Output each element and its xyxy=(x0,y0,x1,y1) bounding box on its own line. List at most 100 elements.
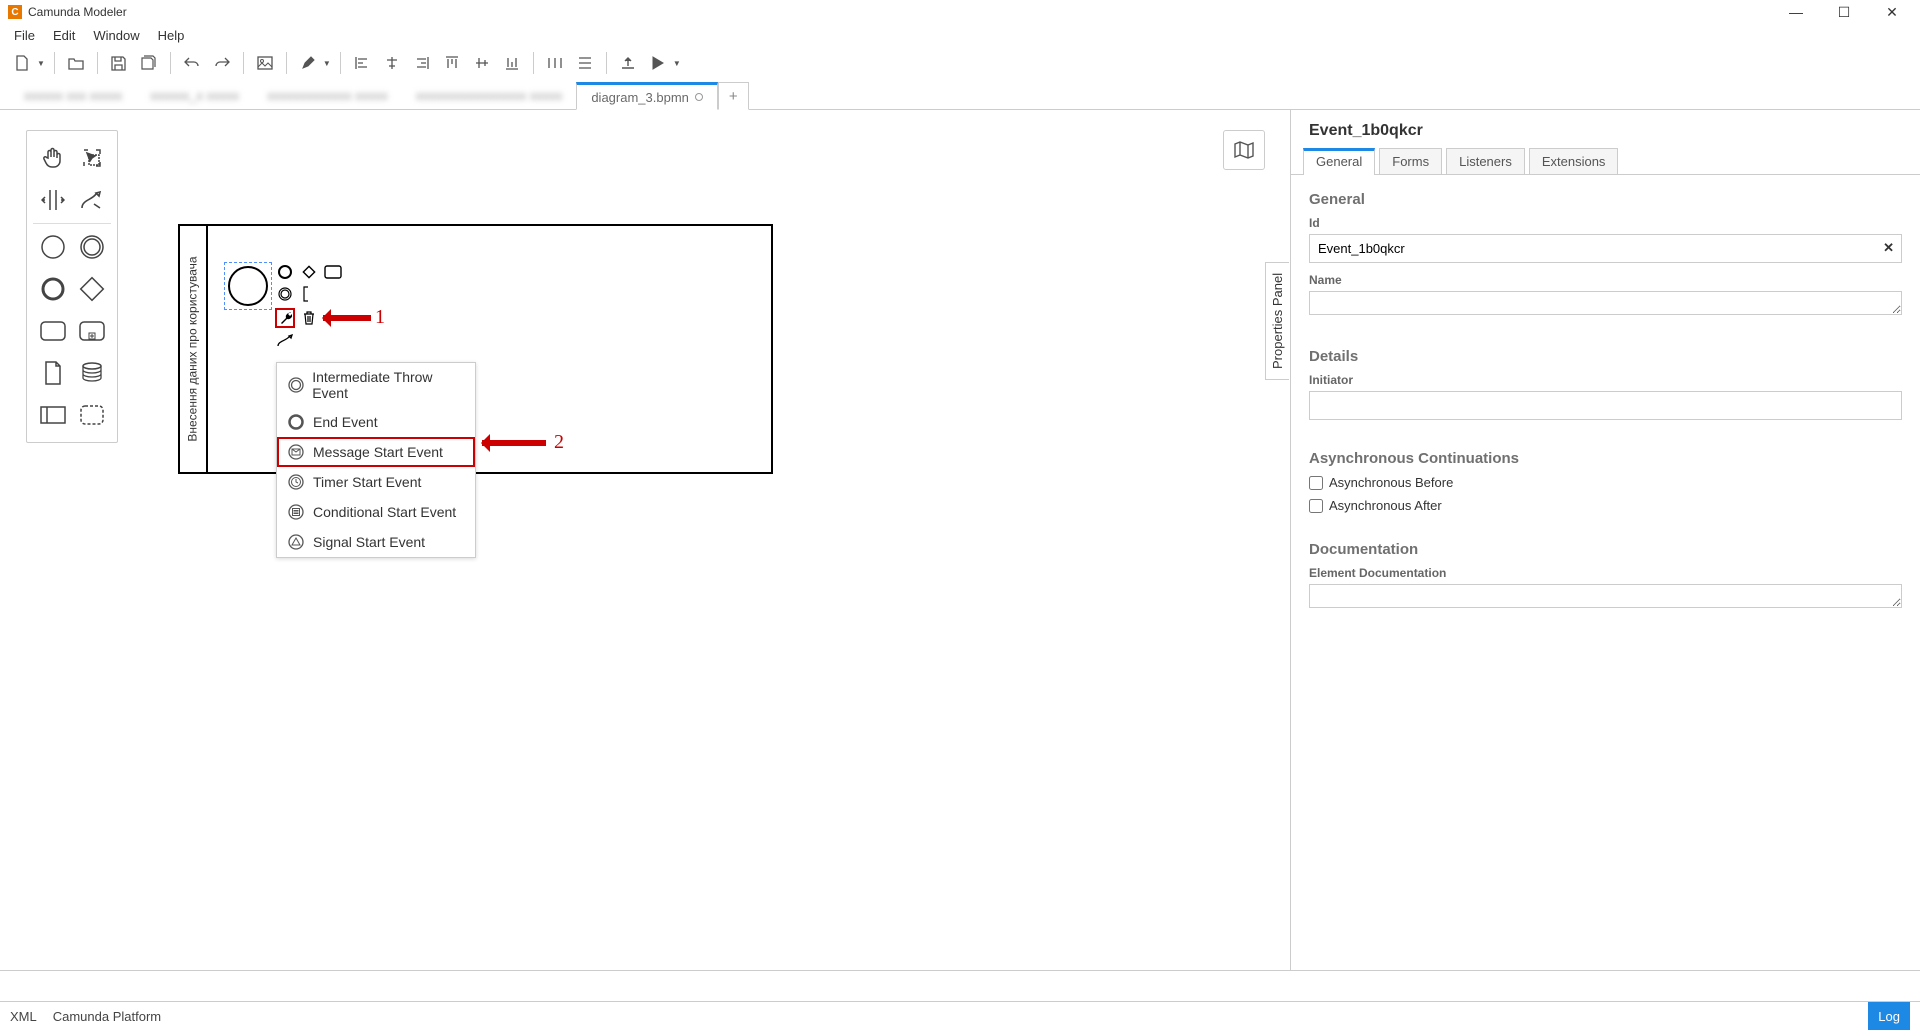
properties-tabs: General Forms Listeners Extensions xyxy=(1291,148,1920,175)
input-doc[interactable] xyxy=(1309,584,1902,608)
annotation-arrow-2 xyxy=(482,440,546,446)
task-icon[interactable] xyxy=(36,314,70,348)
deploy-icon[interactable] xyxy=(616,51,640,75)
input-initiator[interactable] xyxy=(1309,391,1902,420)
intermediate-event-icon[interactable] xyxy=(75,230,109,264)
hand-tool-icon[interactable] xyxy=(36,141,70,175)
append-gateway-icon[interactable] xyxy=(299,262,319,282)
label-initiator: Initiator xyxy=(1309,373,1902,387)
connect-tool-icon[interactable] xyxy=(75,183,109,217)
dropdown-caret-icon[interactable]: ▼ xyxy=(323,59,331,68)
log-button[interactable]: Log xyxy=(1868,1002,1910,1030)
new-file-icon[interactable] xyxy=(10,51,34,75)
undo-icon[interactable] xyxy=(180,51,204,75)
props-tab-forms[interactable]: Forms xyxy=(1379,148,1442,174)
tab-blurred[interactable]: xxxxxx_x xxxxx xyxy=(136,81,253,109)
palette xyxy=(26,130,118,443)
checkbox-async-after[interactable]: Asynchronous After xyxy=(1309,498,1902,513)
props-tab-listeners[interactable]: Listeners xyxy=(1446,148,1525,174)
checkbox-async-before[interactable]: Asynchronous Before xyxy=(1309,475,1902,490)
properties-panel: Properties Panel Event_1b0qkcr General F… xyxy=(1290,110,1920,970)
titlebar: C Camunda Modeler — ☐ ✕ xyxy=(0,0,1920,24)
save-icon[interactable] xyxy=(107,51,131,75)
tab-active[interactable]: diagram_3.bpmn xyxy=(576,82,718,110)
window-title: Camunda Modeler xyxy=(28,5,1782,19)
menu-help[interactable]: Help xyxy=(150,26,193,45)
align-center-h-icon[interactable] xyxy=(380,51,404,75)
close-button[interactable]: ✕ xyxy=(1878,4,1906,21)
end-event-icon[interactable] xyxy=(36,272,70,306)
lasso-tool-icon[interactable] xyxy=(75,141,109,175)
annotation-1: 1 xyxy=(375,306,385,329)
menu-message-start-event[interactable]: Message Start Event xyxy=(277,437,475,467)
canvas[interactable]: Внесення даних про користувача xyxy=(0,110,1290,970)
append-intermediate-event-icon[interactable] xyxy=(275,284,295,304)
minimap-toggle-icon[interactable] xyxy=(1223,130,1265,170)
tab-blurred[interactable]: xxxxxxxxxxxxxxxxx xxxxx xyxy=(402,81,577,109)
maximize-button[interactable]: ☐ xyxy=(1830,4,1858,21)
properties-title: Event_1b0qkcr xyxy=(1291,110,1920,148)
menu-window[interactable]: Window xyxy=(85,26,147,45)
pool[interactable]: Внесення даних про користувача xyxy=(178,224,773,474)
align-bottom-icon[interactable] xyxy=(500,51,524,75)
menu-edit[interactable]: Edit xyxy=(45,26,83,45)
props-tab-general[interactable]: General xyxy=(1303,148,1375,175)
run-icon[interactable] xyxy=(646,51,670,75)
tab-add-button[interactable]: + xyxy=(718,82,749,110)
tab-label: diagram_3.bpmn xyxy=(591,90,689,105)
section-doc: Documentation xyxy=(1309,541,1902,558)
group-icon[interactable] xyxy=(75,398,109,432)
props-tab-extensions[interactable]: Extensions xyxy=(1529,148,1619,174)
connect-icon[interactable] xyxy=(275,331,295,351)
distribute-v-icon[interactable] xyxy=(573,51,597,75)
input-id[interactable] xyxy=(1309,234,1902,263)
lane-header[interactable]: Внесення даних про користувача xyxy=(180,226,208,472)
save-all-icon[interactable] xyxy=(137,51,161,75)
tab-unsaved-dot-icon[interactable] xyxy=(695,93,703,101)
menu-end-event[interactable]: End Event xyxy=(277,407,475,437)
menu-conditional-start-event[interactable]: Conditional Start Event xyxy=(277,497,475,527)
highlight-icon[interactable] xyxy=(296,51,320,75)
data-object-icon[interactable] xyxy=(36,356,70,390)
menubar: File Edit Window Help xyxy=(0,24,1920,46)
append-task-icon[interactable] xyxy=(323,262,343,282)
pool-icon[interactable] xyxy=(36,398,70,432)
clear-id-icon[interactable]: ✕ xyxy=(1883,240,1894,256)
context-pad: 1 xyxy=(275,262,385,353)
align-right-icon[interactable] xyxy=(410,51,434,75)
space-tool-icon[interactable] xyxy=(36,183,70,217)
annotation-arrow-1 xyxy=(323,315,371,321)
statusbar-xml[interactable]: XML xyxy=(10,1009,37,1024)
data-store-icon[interactable] xyxy=(75,356,109,390)
toolbar: ▼ ▼ ▼ xyxy=(0,46,1920,80)
annotation-icon[interactable] xyxy=(299,284,319,304)
align-center-v-icon[interactable] xyxy=(470,51,494,75)
menu-signal-start-event[interactable]: Signal Start Event xyxy=(277,527,475,557)
dropdown-caret-icon[interactable]: ▼ xyxy=(673,59,681,68)
open-folder-icon[interactable] xyxy=(64,51,88,75)
minimize-button[interactable]: — xyxy=(1782,4,1810,21)
annotation-2: 2 xyxy=(554,431,564,454)
image-icon[interactable] xyxy=(253,51,277,75)
subprocess-icon[interactable] xyxy=(75,314,109,348)
menu-file[interactable]: File xyxy=(6,26,43,45)
redo-icon[interactable] xyxy=(210,51,234,75)
dropdown-caret-icon[interactable]: ▼ xyxy=(37,59,45,68)
menu-intermediate-throw-event[interactable]: Intermediate Throw Event xyxy=(277,363,475,407)
tab-blurred[interactable]: xxxxxxxxxxxxx xxxxx xyxy=(253,81,402,109)
properties-panel-toggle[interactable]: Properties Panel xyxy=(1265,262,1289,380)
align-top-icon[interactable] xyxy=(440,51,464,75)
start-event-selected[interactable] xyxy=(224,262,272,310)
input-name[interactable] xyxy=(1309,291,1902,315)
section-general: General xyxy=(1309,191,1902,208)
gateway-icon[interactable] xyxy=(75,272,109,306)
statusbar-platform[interactable]: Camunda Platform xyxy=(53,1009,161,1024)
tab-blurred[interactable]: xxxxxx xxx xxxxx xyxy=(10,81,136,109)
change-type-wrench-icon[interactable] xyxy=(275,308,295,328)
menu-timer-start-event[interactable]: Timer Start Event xyxy=(277,467,475,497)
start-event-icon[interactable] xyxy=(36,230,70,264)
align-left-icon[interactable] xyxy=(350,51,374,75)
append-end-event-icon[interactable] xyxy=(275,262,295,282)
change-type-menu: Intermediate Throw Event End Event Messa… xyxy=(276,362,476,558)
distribute-h-icon[interactable] xyxy=(543,51,567,75)
